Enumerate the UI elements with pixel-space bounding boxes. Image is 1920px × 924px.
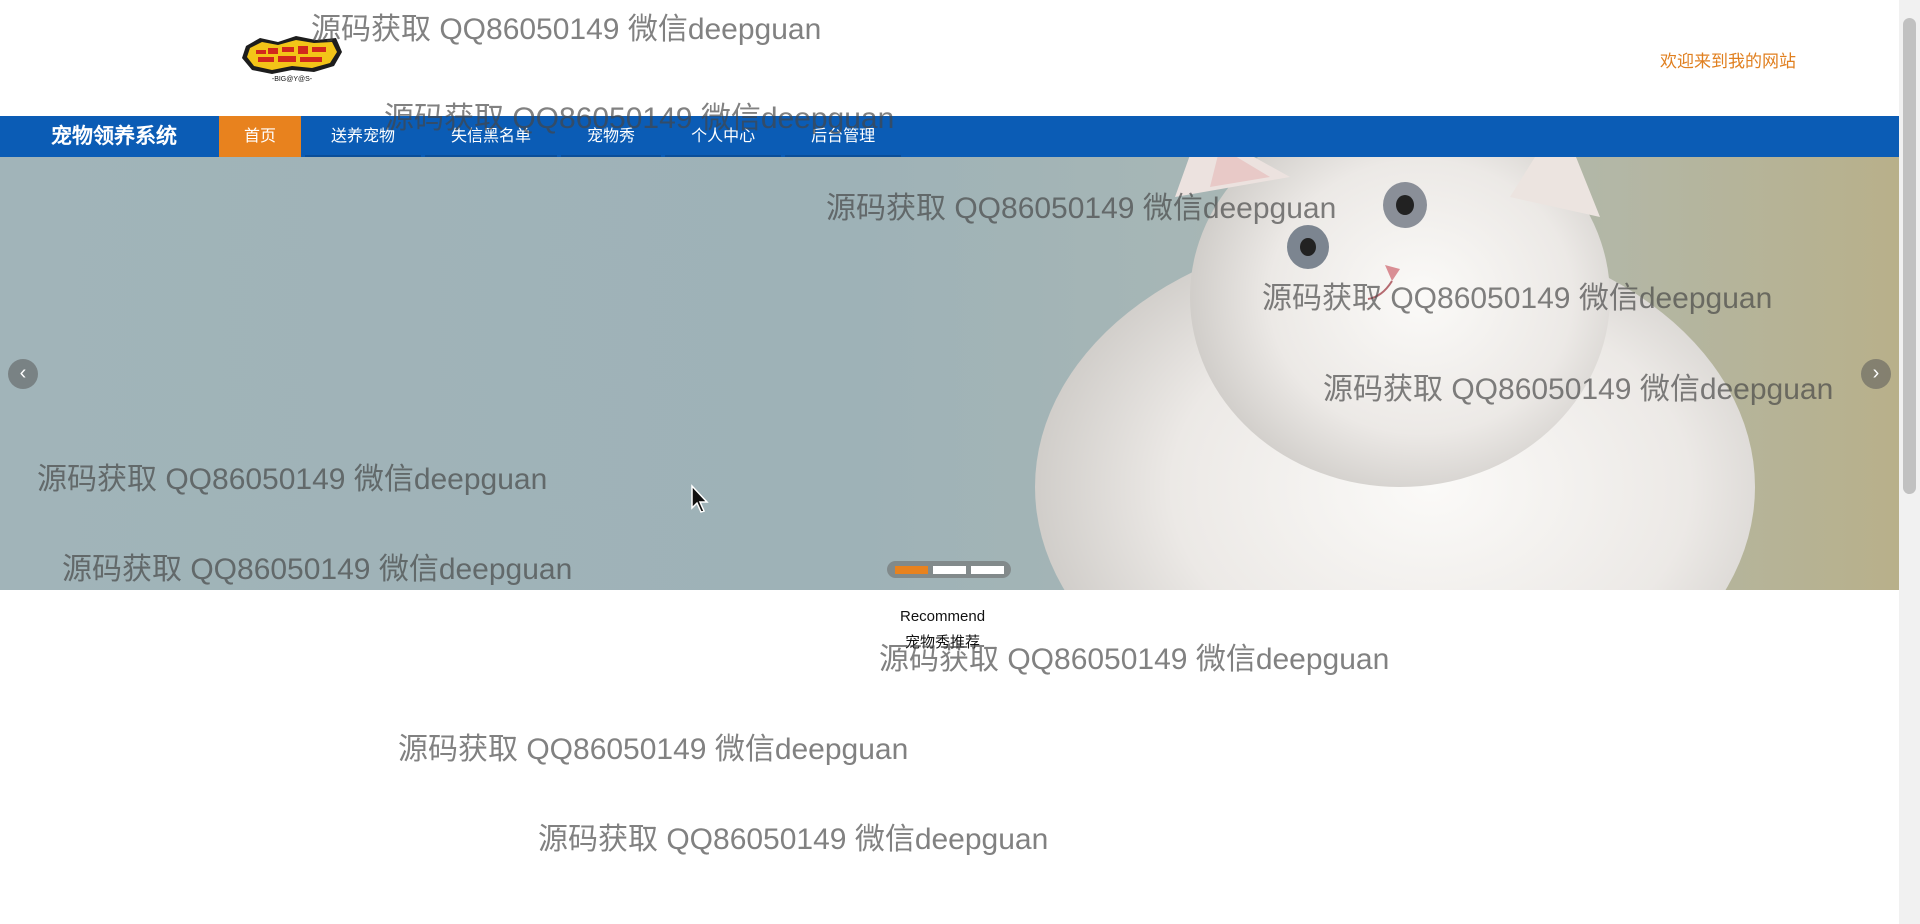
banner-carousel: ‹ › xyxy=(0,157,1899,590)
scrollbar-thumb[interactable] xyxy=(1903,18,1916,494)
svg-text:-BIG@Y@S-: -BIG@Y@S- xyxy=(272,76,313,83)
page-scrollbar[interactable] xyxy=(1899,0,1920,924)
watermark-text: 源码获取 QQ86050149 微信deepguan xyxy=(398,733,909,766)
carousel-next-button[interactable]: › xyxy=(1861,359,1891,389)
carousel-dot-1[interactable] xyxy=(894,565,928,574)
chevron-left-icon: ‹ xyxy=(19,362,27,384)
white-cat-image xyxy=(1035,157,1755,590)
nav-brand[interactable]: 宠物领养系统 xyxy=(51,116,177,157)
nav-item-personal-center[interactable]: 个人中心 xyxy=(665,116,782,157)
carousel-dot-3[interactable] xyxy=(970,565,1004,574)
section-title-en: Recommend xyxy=(900,608,986,625)
page: -BIG@Y@S- 欢迎来到我的网站 宠物领养系统 首页 送养宠物 失信黑名单 … xyxy=(0,0,1899,924)
chevron-right-icon: › xyxy=(1872,362,1880,384)
nav-item-blacklist[interactable]: 失信黑名单 xyxy=(425,116,558,157)
site-logo[interactable]: -BIG@Y@S- xyxy=(238,32,346,86)
nav-item-pet-show[interactable]: 宠物秀 xyxy=(561,116,662,157)
mouse-cursor-icon xyxy=(691,484,709,513)
nav-item-give-pet[interactable]: 送养宠物 xyxy=(305,116,422,157)
main-nav: 宠物领养系统 首页 送养宠物 失信黑名单 宠物秀 个人中心 后台管理 xyxy=(0,116,1899,157)
nav-item-home[interactable]: 首页 xyxy=(219,116,302,157)
carousel-prev-button[interactable]: ‹ xyxy=(8,359,38,389)
carousel-dot-2[interactable] xyxy=(932,565,966,574)
watermark-text: 源码获取 QQ86050149 微信deepguan xyxy=(538,823,1049,856)
watermark-text: 源码获取 QQ86050149 微信deepguan xyxy=(311,13,822,46)
carousel-indicators xyxy=(887,561,1011,578)
section-title-cn: 宠物秀推荐 xyxy=(905,634,981,651)
nav-items: 首页 送养宠物 失信黑名单 宠物秀 个人中心 后台管理 xyxy=(219,116,902,157)
welcome-text: 欢迎来到我的网站 xyxy=(1660,52,1796,71)
nav-item-admin[interactable]: 后台管理 xyxy=(785,116,902,157)
